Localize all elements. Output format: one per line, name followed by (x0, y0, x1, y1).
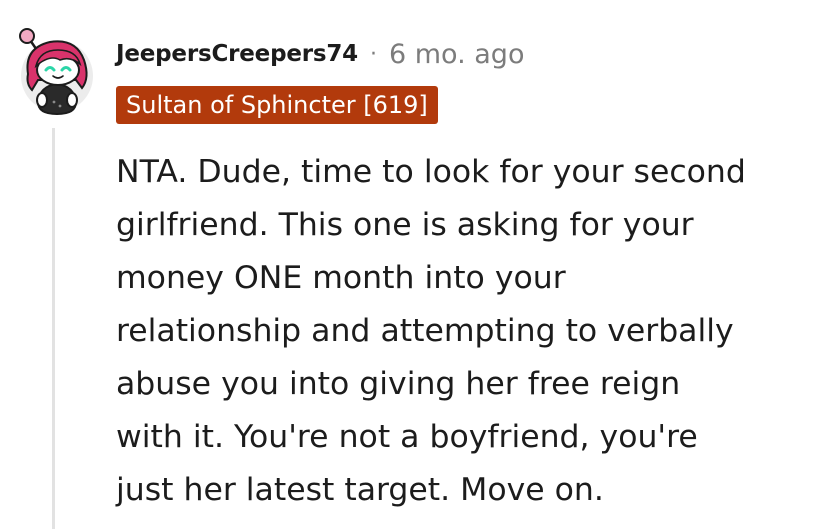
comment-body-line: money ONE month into your (116, 260, 566, 296)
comment-body-line: relationship and attempting to verbally (116, 313, 734, 349)
user-avatar[interactable] (14, 22, 96, 118)
comment-body-line: girlfriend. This one is asking for your (116, 207, 694, 243)
comment: JeepersCreepers74 · 6 mo. ago Sultan of … (0, 0, 815, 529)
comment-body: NTA. Dude, time to look for your second … (116, 146, 806, 517)
snoo-avatar-icon (19, 28, 93, 116)
comment-timestamp[interactable]: 6 mo. ago (389, 39, 524, 70)
comment-body-line: NTA. Dude, time to look for your second (116, 154, 746, 190)
thread-collapse-line[interactable] (52, 128, 55, 529)
username-link[interactable]: JeepersCreepers74 (116, 41, 358, 67)
user-flair-badge: Sultan of Sphincter [619] (116, 86, 438, 124)
comment-body-line: abuse you into giving her free reign (116, 366, 681, 402)
comment-body-line: with it. You're not a boyfriend, you're (116, 419, 698, 455)
meta-separator: · (369, 41, 377, 67)
comment-body-line: just her latest target. Move on. (116, 472, 604, 508)
comment-meta: JeepersCreepers74 · 6 mo. ago (116, 34, 524, 74)
